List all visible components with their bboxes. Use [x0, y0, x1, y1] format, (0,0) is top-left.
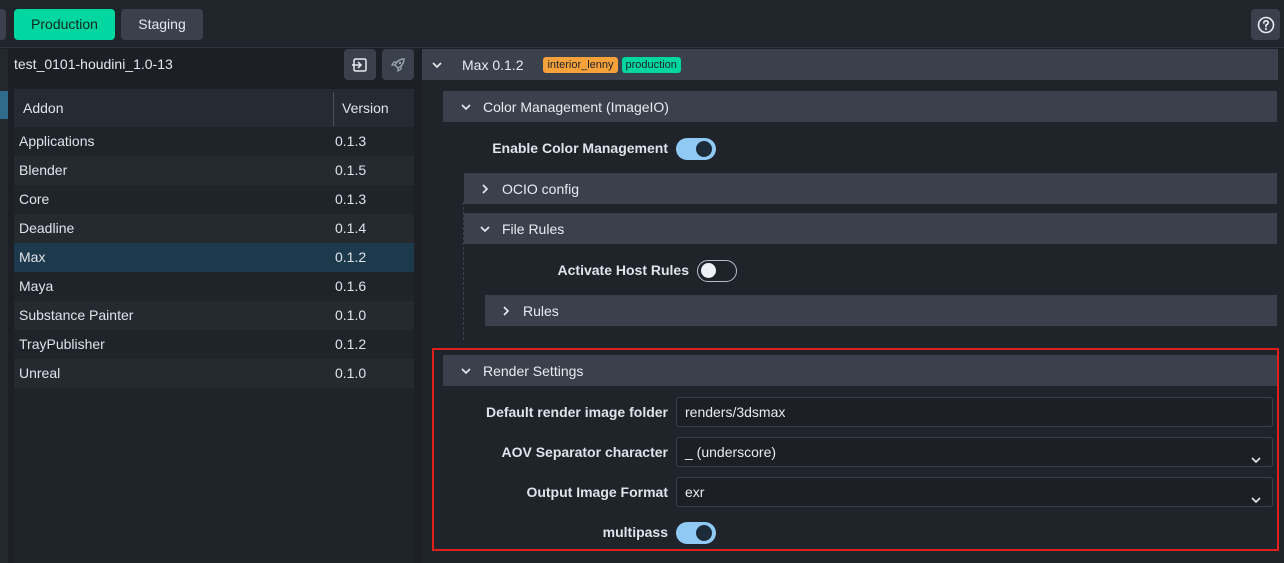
deploy-button[interactable]	[382, 49, 414, 80]
addon-version: 0.1.3	[335, 133, 367, 149]
enable-color-management-toggle[interactable]	[676, 138, 716, 160]
aov-separator-value: _ (underscore)	[685, 444, 777, 460]
addon-name: Deadline	[19, 220, 75, 236]
output-format-select[interactable]: exr	[676, 477, 1273, 507]
render-settings-header[interactable]: Render Settings	[443, 355, 1277, 386]
addon-version: 0.1.2	[335, 249, 367, 265]
table-row[interactable]: Core 0.1.3	[14, 185, 414, 214]
settings-panel: Max 0.1.2 interior_lenny production Colo…	[422, 49, 1284, 563]
output-format-value: exr	[685, 484, 705, 500]
section-title: Rules	[523, 302, 559, 319]
section-title: File Rules	[502, 220, 565, 237]
addon-version: 0.1.3	[335, 191, 367, 207]
addon-name: Unreal	[19, 365, 61, 381]
addon-list-panel: test_0101-houdini_1.0-13 Addon Version A…	[8, 49, 416, 563]
rocket-icon	[390, 57, 405, 72]
column-resizer[interactable]	[333, 92, 334, 126]
aov-separator-select[interactable]: _ (underscore)	[676, 437, 1273, 467]
table-row[interactable]: Unreal 0.1.0	[14, 359, 414, 388]
addon-title: Max 0.1.2	[462, 56, 524, 73]
addon-settings-header[interactable]: Max 0.1.2 interior_lenny production	[422, 49, 1278, 80]
table-row[interactable]: TrayPublisher 0.1.2	[14, 330, 414, 359]
chevron-down-icon	[1250, 447, 1262, 475]
column-header-version[interactable]: Version	[342, 100, 389, 116]
table-header: Addon Version	[14, 89, 414, 127]
section-title: Render Settings	[483, 362, 584, 379]
chevron-right-icon	[474, 183, 496, 195]
top-bar: Production Staging	[0, 0, 1284, 48]
left-sidebar-edge	[0, 49, 8, 563]
tab-production[interactable]: Production	[14, 9, 115, 40]
variant-badge: interior_lenny	[543, 56, 618, 73]
status-badge: production	[621, 56, 681, 73]
addon-version: 0.1.6	[335, 278, 367, 294]
aov-separator-label: AOV Separator character	[501, 444, 668, 460]
table-row[interactable]: Deadline 0.1.4	[14, 214, 414, 243]
chevron-down-icon	[455, 365, 477, 377]
ocio-config-header[interactable]: OCIO config	[464, 173, 1277, 204]
file-rules-header[interactable]: File Rules	[464, 213, 1277, 244]
addon-name: Maya	[19, 278, 54, 294]
multipass-label: multipass	[602, 524, 668, 540]
enable-color-management-label: Enable Color Management	[492, 140, 668, 156]
collapsed-menu-button[interactable]	[0, 9, 6, 40]
addon-version: 0.1.0	[335, 307, 367, 323]
column-header-addon[interactable]: Addon	[23, 100, 63, 116]
chevron-down-icon	[455, 101, 477, 113]
addon-name: Max	[19, 249, 46, 265]
addon-name: Core	[19, 191, 50, 207]
addon-version: 0.1.0	[335, 365, 367, 381]
sidebar-active-marker	[0, 91, 8, 119]
rules-header[interactable]: Rules	[485, 295, 1277, 326]
output-format-label: Output Image Format	[526, 484, 668, 500]
toggle-knob	[701, 263, 716, 278]
section-title: OCIO config	[502, 180, 580, 197]
project-name: test_0101-houdini_1.0-13	[14, 56, 173, 72]
import-icon	[352, 57, 367, 72]
render-folder-label: Default render image folder	[485, 404, 668, 420]
addon-table: Addon Version Applications 0.1.3 Blender 0…	[14, 89, 414, 563]
multipass-toggle[interactable]	[676, 522, 716, 544]
color-management-header[interactable]: Color Management (ImageIO)	[443, 91, 1277, 122]
render-folder-input[interactable]: renders/3dsmax	[676, 397, 1273, 427]
section-title: Color Management (ImageIO)	[483, 98, 669, 115]
table-row[interactable]: Applications 0.1.3	[14, 127, 414, 156]
chevron-right-icon	[495, 305, 517, 317]
chevron-down-icon	[426, 59, 448, 71]
chevron-down-icon	[474, 223, 496, 235]
addon-version: 0.1.4	[335, 220, 367, 236]
toggle-knob	[696, 141, 712, 157]
addon-version: 0.1.2	[335, 336, 367, 352]
toggle-knob	[696, 525, 712, 541]
activate-host-rules-label: Activate Host Rules	[557, 262, 689, 278]
table-row[interactable]: Maya 0.1.6	[14, 272, 414, 301]
question-circle-icon	[1257, 16, 1274, 33]
addon-name: TrayPublisher	[19, 336, 105, 352]
table-row-selected[interactable]: Max 0.1.2	[14, 243, 414, 272]
chevron-down-icon	[1250, 487, 1262, 515]
addon-version: 0.1.5	[335, 162, 367, 178]
activate-host-rules-toggle[interactable]	[697, 260, 737, 282]
addon-name: Blender	[19, 162, 68, 178]
addon-name: Applications	[19, 133, 95, 149]
table-row[interactable]: Blender 0.1.5	[14, 156, 414, 185]
addon-name: Substance Painter	[19, 307, 134, 323]
help-button[interactable]	[1251, 9, 1280, 40]
import-button[interactable]	[344, 49, 376, 80]
table-row[interactable]: Substance Painter 0.1.0	[14, 301, 414, 330]
tab-staging[interactable]: Staging	[121, 9, 203, 40]
